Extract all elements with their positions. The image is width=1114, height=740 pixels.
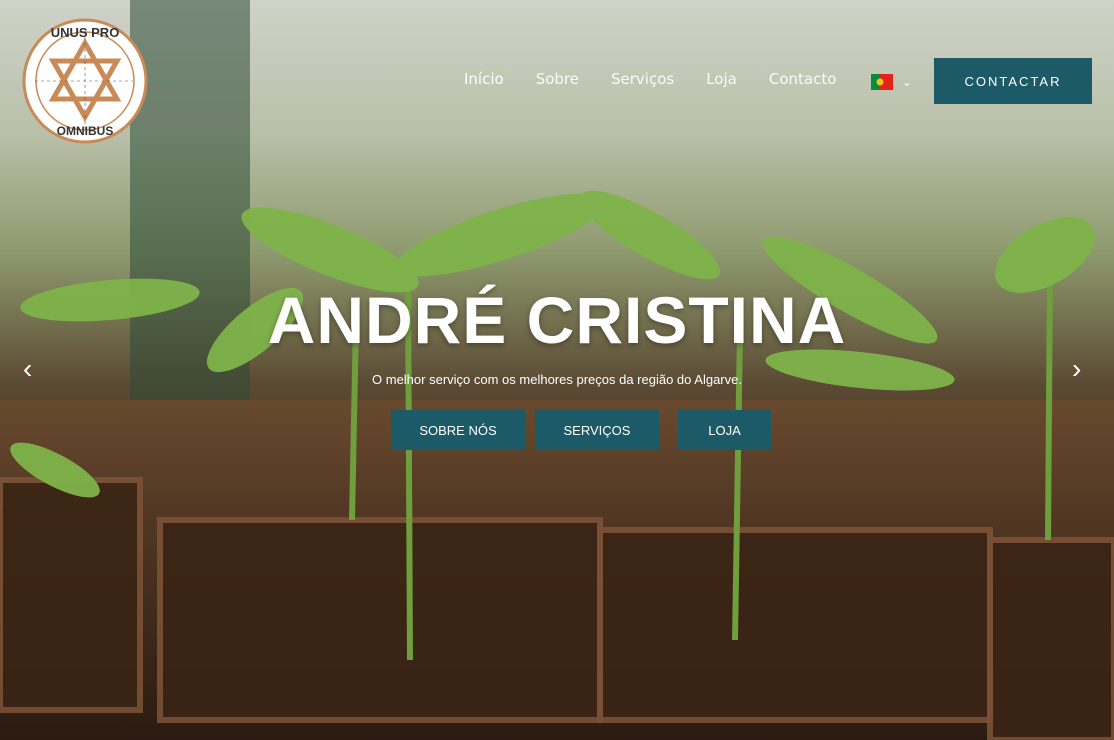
logo-top-text: UNUS PRO <box>51 25 120 40</box>
loja-button[interactable]: LOJA <box>678 410 771 450</box>
contactar-button[interactable]: CONTACTAR <box>934 58 1092 104</box>
nav-item-inicio[interactable]: Início <box>464 70 504 88</box>
servicos-button[interactable]: SERVIÇOS <box>535 410 659 450</box>
hero-subtitle: O melhor serviço com os melhores preços … <box>372 372 742 387</box>
nav-item-servicos[interactable]: Serviços <box>611 70 674 88</box>
nav-item-contacto[interactable]: Contacto <box>769 70 837 88</box>
hero-background-image <box>0 0 1114 740</box>
hero-title: ANDRÉ CRISTINA <box>267 283 847 357</box>
sobre-nos-button[interactable]: SOBRE NÓS <box>391 410 525 450</box>
flag-portugal-icon[interactable] <box>871 74 893 90</box>
language-dropdown-chevron-down-icon[interactable]: ⌄ <box>902 75 912 89</box>
chevron-left-icon[interactable]: ‹ <box>23 355 32 383</box>
hero-slider: UNUS PRO OMNIBUS Início Sobre Serviços L… <box>0 0 1114 740</box>
logo-bottom-text: OMNIBUS <box>57 124 114 138</box>
site-logo[interactable]: UNUS PRO OMNIBUS <box>21 17 149 145</box>
chevron-right-icon[interactable]: › <box>1072 355 1081 383</box>
nav-item-loja[interactable]: Loja <box>706 70 737 88</box>
hero-buttons: SOBRE NÓS SERVIÇOS LOJA <box>391 410 771 450</box>
nav-item-sobre[interactable]: Sobre <box>536 70 579 88</box>
main-nav: Início Sobre Serviços Loja Contacto <box>464 70 836 88</box>
